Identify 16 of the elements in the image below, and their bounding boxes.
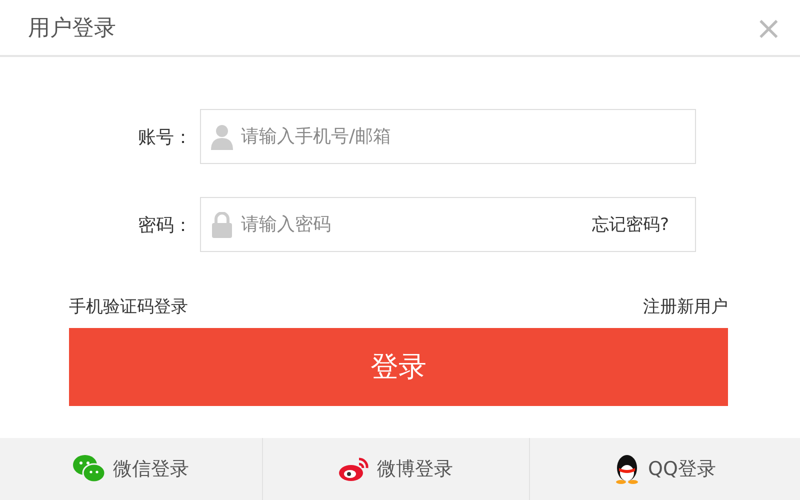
password-field[interactable]: 请输入密码 忘记密码? — [200, 197, 696, 252]
social-login-button[interactable]: 微博登录 — [263, 438, 530, 500]
lock-icon — [211, 212, 233, 238]
register-link[interactable]: 注册新用户 — [643, 295, 728, 318]
forgot-password-link[interactable]: 忘记密码? — [592, 213, 669, 236]
dialog-title: 用户登录 — [28, 14, 116, 42]
social-login-button[interactable]: QQ登录 — [530, 438, 800, 500]
account-field[interactable]: 请输入手机号/邮箱 — [200, 109, 696, 164]
person-icon — [211, 124, 233, 150]
sms-login-link[interactable]: 手机验证码登录 — [69, 295, 188, 318]
social-login-button[interactable]: 微信登录 — [0, 438, 263, 500]
login-button[interactable]: 登录 — [69, 328, 728, 406]
field-label: 密码： — [137, 214, 193, 236]
speech-bubbles-icon — [73, 455, 105, 483]
penguin-icon — [614, 454, 640, 484]
field-label: 账号： — [137, 126, 193, 148]
